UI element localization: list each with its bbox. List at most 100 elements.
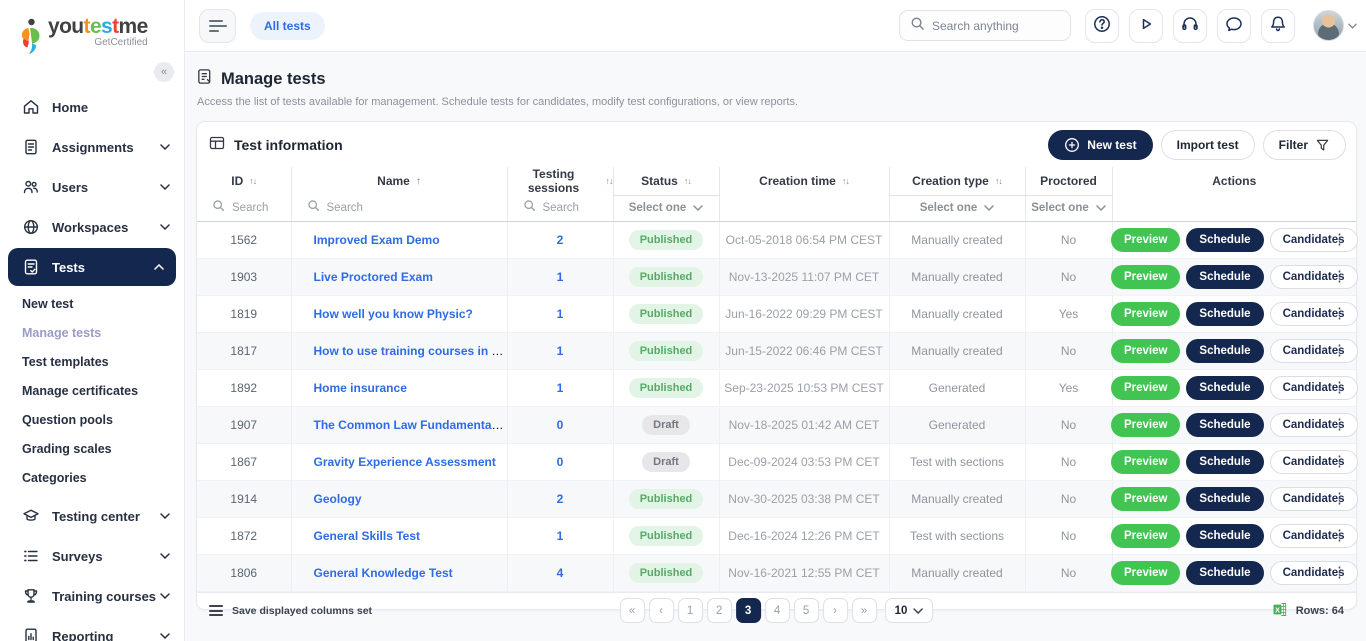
play-button[interactable] (1129, 8, 1163, 43)
preview-button[interactable]: Preview (1110, 412, 1181, 437)
sessions-count-link[interactable]: 1 (557, 307, 564, 321)
sidebar-item-surveys[interactable]: Surveys (0, 536, 184, 576)
schedule-button[interactable]: Schedule (1186, 523, 1264, 548)
page-prev-button[interactable]: ‹ (648, 598, 674, 623)
search-input[interactable] (932, 18, 1060, 33)
sidebar-item-manage-certificates[interactable]: Manage certificates (0, 376, 184, 405)
row-menu-icon[interactable]: ⋮ (1330, 267, 1349, 286)
preview-button[interactable]: Preview (1110, 449, 1181, 474)
sidebar-item-workspaces[interactable]: Workspaces (0, 207, 184, 247)
schedule-button[interactable]: Schedule (1186, 264, 1264, 289)
sort-asc-icon[interactable]: ↑ (416, 176, 421, 187)
row-menu-icon[interactable]: ⋮ (1330, 378, 1349, 397)
sidebar-item-categories[interactable]: Categories (0, 463, 184, 492)
filter-search-input-id[interactable] (232, 201, 291, 214)
sidebar-item-manage-tests[interactable]: Manage tests (0, 318, 184, 347)
help-button[interactable] (1085, 8, 1119, 43)
column-header-name[interactable]: Name ↑ (290, 167, 507, 195)
sidebar-item-question-pools[interactable]: Question pools (0, 405, 184, 434)
schedule-button[interactable]: Schedule (1186, 486, 1264, 511)
filter-button[interactable]: Filter (1262, 129, 1346, 160)
row-menu-icon[interactable]: ⋮ (1330, 341, 1349, 360)
support-button[interactable] (1173, 8, 1207, 43)
page-next-button[interactable]: › (822, 598, 848, 623)
sidebar-item-tests[interactable]: Tests (8, 248, 176, 286)
row-menu-icon[interactable]: ⋮ (1330, 489, 1349, 508)
breadcrumb[interactable]: All tests (250, 11, 325, 40)
sidebar-item-grading-scales[interactable]: Grading scales (0, 434, 184, 463)
sort-icon[interactable]: ↑↓ (684, 176, 692, 186)
test-name-link[interactable]: The Common Law Fundamentals Assess... (314, 418, 508, 432)
schedule-button[interactable]: Schedule (1186, 449, 1264, 474)
new-test-button[interactable]: New test (1048, 129, 1153, 160)
sidebar-collapse-icon[interactable]: « (154, 62, 174, 82)
sessions-count-link[interactable]: 4 (557, 566, 564, 580)
preview-button[interactable]: Preview (1110, 338, 1181, 363)
sort-icon[interactable]: ↑↓ (842, 176, 850, 186)
sidebar-item-testing-center[interactable]: Testing center (0, 496, 184, 536)
test-name-link[interactable]: General Skills Test (314, 529, 421, 543)
preview-button[interactable]: Preview (1110, 560, 1181, 585)
avatar[interactable] (1313, 10, 1344, 41)
row-menu-icon[interactable]: ⋮ (1330, 563, 1349, 582)
schedule-button[interactable]: Schedule (1186, 560, 1264, 585)
column-header-id[interactable]: ID ↑↓ (197, 167, 291, 195)
preview-button[interactable]: Preview (1110, 264, 1181, 289)
column-header-ctype[interactable]: Creation type ↑↓ (888, 167, 1025, 196)
sidebar-item-training-courses[interactable]: Training courses (0, 576, 184, 616)
sort-icon[interactable]: ↑↓ (249, 176, 257, 186)
preview-button[interactable]: Preview (1110, 523, 1181, 548)
sessions-count-link[interactable]: 2 (557, 233, 564, 247)
filter-search-input-sessions[interactable] (542, 201, 610, 214)
test-name-link[interactable]: How well you know Physic? (314, 307, 473, 321)
schedule-button[interactable]: Schedule (1186, 375, 1264, 400)
test-name-link[interactable]: Gravity Experience Assessment (314, 455, 496, 469)
notifications-button[interactable] (1261, 8, 1295, 43)
brand-logo[interactable]: youtestme GetCertified (0, 12, 184, 61)
filter-select-status[interactable]: Select one (614, 202, 719, 214)
sessions-count-link[interactable]: 0 (557, 418, 564, 432)
page-3-button[interactable]: 3 (735, 598, 761, 623)
column-header-sessions[interactable]: Testing sessions ↑↓ (506, 167, 614, 195)
row-menu-icon[interactable]: ⋮ (1330, 415, 1349, 434)
page-size-select[interactable]: 10 (884, 598, 934, 623)
page-first-button[interactable]: « (619, 598, 645, 623)
sessions-count-link[interactable]: 1 (557, 344, 564, 358)
sidebar-item-assignments[interactable]: Assignments (0, 127, 184, 167)
sessions-count-link[interactable]: 1 (557, 381, 564, 395)
sessions-count-link[interactable]: 1 (557, 529, 564, 543)
page-4-button[interactable]: 4 (764, 598, 790, 623)
test-name-link[interactable]: Geology (314, 492, 362, 506)
sidebar-item-new-test[interactable]: New test (0, 289, 184, 318)
test-name-link[interactable]: Improved Exam Demo (314, 233, 440, 247)
chat-button[interactable] (1217, 8, 1251, 43)
preview-button[interactable]: Preview (1110, 227, 1181, 252)
schedule-button[interactable]: Schedule (1186, 412, 1264, 437)
preview-button[interactable]: Preview (1110, 301, 1181, 326)
sort-icon[interactable]: ↑↓ (995, 176, 1003, 186)
menu-toggle-icon[interactable] (199, 8, 236, 43)
test-name-link[interactable]: Live Proctored Exam (314, 270, 433, 284)
save-columns-button[interactable]: Save displayed columns set (209, 605, 372, 617)
column-header-created[interactable]: Creation time ↑↓ (718, 167, 889, 195)
filter-search-input-name[interactable] (326, 201, 477, 214)
page-1-button[interactable]: 1 (677, 598, 703, 623)
schedule-button[interactable]: Schedule (1186, 338, 1264, 363)
test-name-link[interactable]: General Knowledge Test (314, 566, 453, 580)
export-excel-icon[interactable]: X (1272, 602, 1288, 620)
column-header-status[interactable]: Status ↑↓ (612, 167, 719, 196)
filter-select-proctored[interactable]: Select one (1026, 202, 1112, 214)
row-menu-icon[interactable]: ⋮ (1330, 230, 1349, 249)
sessions-count-link[interactable]: 1 (557, 270, 564, 284)
sort-icon[interactable]: ↑↓ (606, 176, 614, 186)
schedule-button[interactable]: Schedule (1186, 227, 1264, 252)
user-menu[interactable] (1313, 10, 1357, 41)
preview-button[interactable]: Preview (1110, 375, 1181, 400)
sidebar-item-test-templates[interactable]: Test templates (0, 347, 184, 376)
page-5-button[interactable]: 5 (793, 598, 819, 623)
sidebar-item-home[interactable]: Home (0, 87, 184, 127)
schedule-button[interactable]: Schedule (1186, 301, 1264, 326)
test-name-link[interactable]: Home insurance (314, 381, 407, 395)
row-menu-icon[interactable]: ⋮ (1330, 452, 1349, 471)
preview-button[interactable]: Preview (1110, 486, 1181, 511)
